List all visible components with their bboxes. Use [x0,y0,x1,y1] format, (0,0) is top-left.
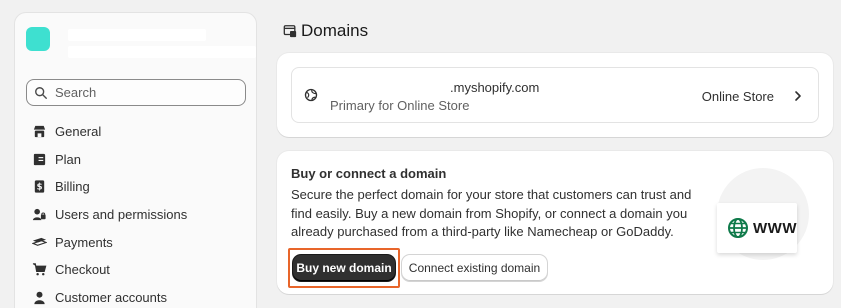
sidebar-item-customer-accounts[interactable]: Customer accounts [31,284,187,308]
sidebar-item-label: Payments [55,234,113,250]
sidebar-item-label: General [55,124,102,140]
sidebar-item-plan[interactable]: Plan [31,146,187,174]
sidebar-item-label: Users and permissions [55,207,188,223]
sidebar-item-billing[interactable]: $ Billing [31,173,187,201]
sidebar-item-users[interactable]: Users and permissions [31,201,187,229]
sidebar-item-checkout[interactable]: Checkout [31,256,187,284]
buy-card-title: Buy or connect a domain [291,166,447,181]
search-icon [35,86,47,99]
domain-subtitle: Primary for Online Store [330,98,470,113]
search-input[interactable]: Search [26,79,246,106]
sidebar-item-payments[interactable]: Payments [31,228,187,256]
domains-icon [283,25,297,38]
page-title: Domains [283,21,368,41]
sidebar-item-label: Customer accounts [55,289,167,305]
www-illustration: WWW [709,166,829,260]
store-name-redacted [68,29,206,41]
users-icon [32,208,46,221]
payments-icon [31,237,47,246]
globe-icon [304,88,318,102]
connect-existing-domain-button[interactable]: Connect existing domain [402,255,547,281]
domains-card: .myshopify.com Primary for Online Store … [277,53,833,137]
store-avatar [26,27,50,51]
store-icon [33,126,45,138]
billing-icon: $ [34,180,44,194]
domain-name: .myshopify.com [450,80,540,95]
domain-target: Online Store [701,89,774,104]
globe-icon [728,218,748,238]
buy-card-description: Secure the perfect domain for your store… [291,187,692,239]
cart-icon [32,263,46,276]
store-url-redacted [68,46,256,58]
www-text: WWW [753,219,797,237]
primary-domain-row[interactable]: .myshopify.com Primary for Online Store … [291,67,819,123]
page-title-text: Domains [301,21,369,40]
settings-sidebar: Search General Plan $ Billing Users and … [14,12,257,308]
www-sign: WWW [717,203,797,253]
svg-text:$: $ [36,182,42,192]
sidebar-item-label: Checkout [55,262,110,278]
sidebar-item-label: Billing [55,179,90,195]
person-icon [33,291,45,304]
buy-new-domain-button[interactable]: Buy new domain [293,255,395,281]
settings-nav: General Plan $ Billing Users and permiss… [31,118,187,308]
chevron-right-icon [795,91,801,101]
sidebar-item-general[interactable]: General [31,118,187,146]
search-placeholder: Search [55,85,97,100]
plan-icon [33,153,45,166]
sidebar-item-label: Plan [55,151,82,167]
